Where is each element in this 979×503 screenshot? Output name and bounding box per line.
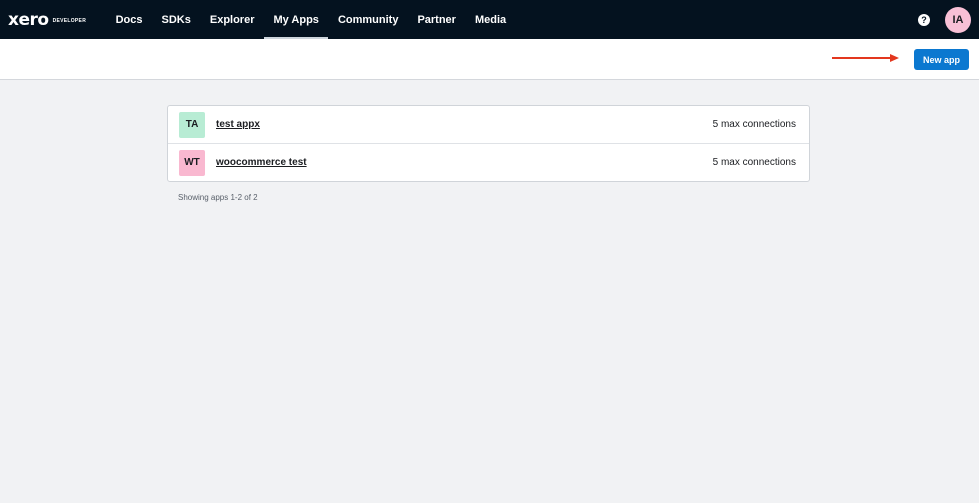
top-navigation: xero DEVELOPER Docs SDKs Explorer My App… [0,0,979,39]
annotation-arrow-head-icon [890,54,899,62]
app-row: TA test appx 5 max connections [168,106,809,143]
xero-developer-logo[interactable]: xero DEVELOPER [8,10,86,30]
app-connections: 5 max connections [712,157,796,168]
nav-item-media[interactable]: Media [465,0,515,39]
apps-count-text: Showing apps 1-2 of 2 [178,193,258,202]
app-initials-badge: WT [179,149,205,176]
app-row: WT woocommerce test 5 max connections [168,143,809,181]
logo-wordmark: xero [8,9,49,30]
nav-item-explorer[interactable]: Explorer [200,0,264,39]
logo-subtitle: DEVELOPER [52,17,87,24]
app-list: TA test appx 5 max connections WT woocom… [167,105,810,182]
help-icon[interactable]: ? [918,13,930,26]
app-connections: 5 max connections [712,119,796,130]
annotation-arrow-line [832,57,892,59]
nav-item-my-apps[interactable]: My Apps [264,0,329,39]
app-name-link[interactable]: woocommerce test [216,157,307,168]
user-avatar[interactable]: IA [945,6,971,33]
app-initials-badge: TA [179,111,205,138]
new-app-button[interactable]: New app [914,49,969,70]
nav-right-actions: ? IA [918,6,971,33]
nav-item-docs[interactable]: Docs [106,0,152,39]
nav-menu: Docs SDKs Explorer My Apps Community Par… [106,0,516,39]
nav-item-community[interactable]: Community [328,0,408,39]
nav-item-partner[interactable]: Partner [408,0,466,39]
app-name-link[interactable]: test appx [216,119,260,130]
page-toolbar: New app [0,39,979,80]
nav-item-sdks[interactable]: SDKs [152,0,200,39]
